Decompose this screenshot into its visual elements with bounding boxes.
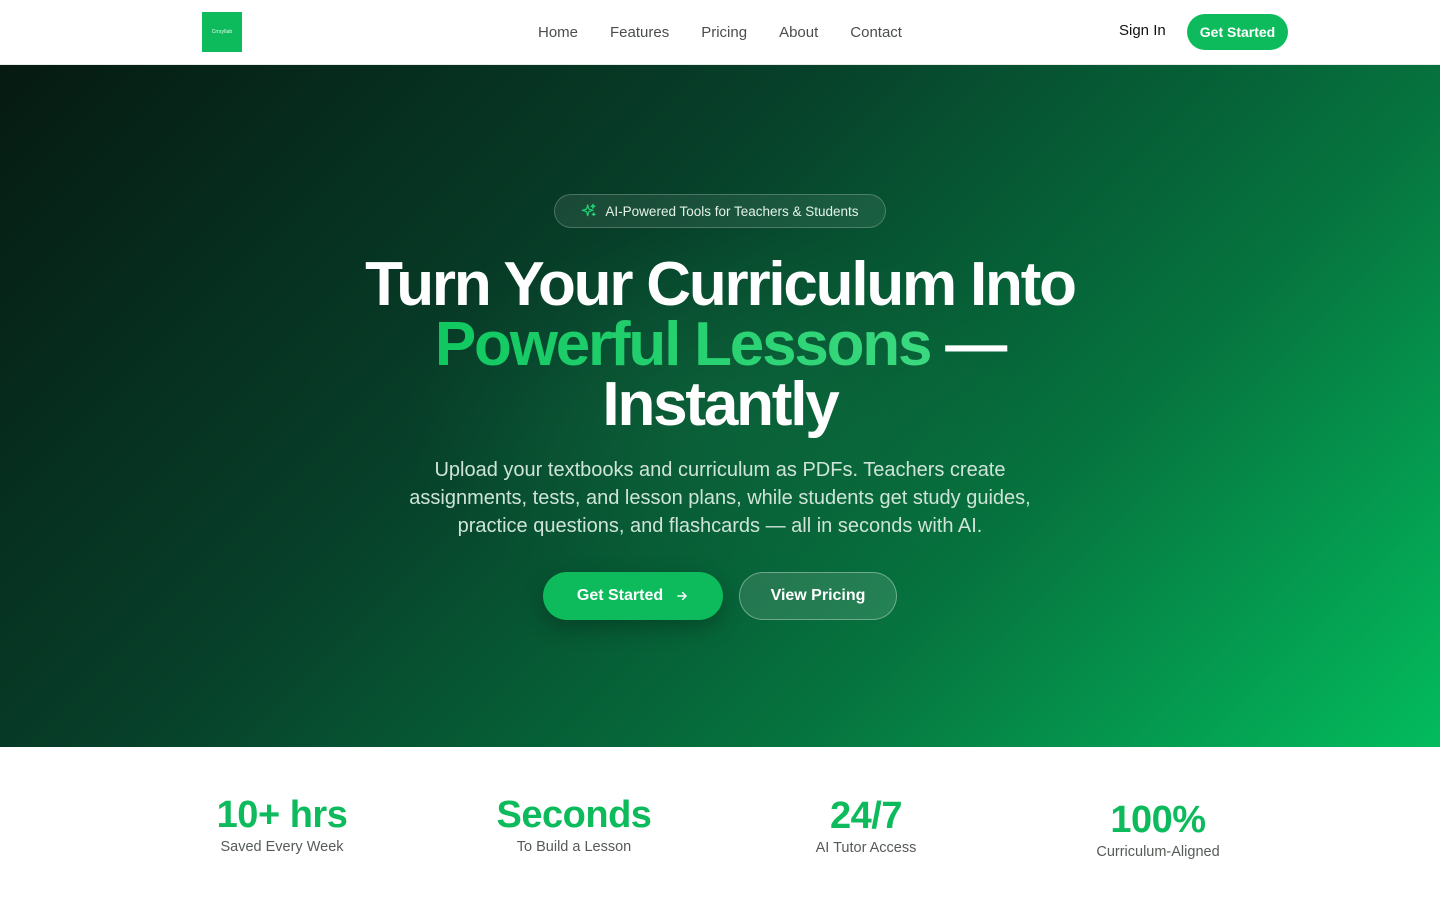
stat-label: Curriculum-Aligned [1096, 844, 1220, 860]
hero-get-started-button[interactable]: Get Started [543, 572, 723, 620]
ai-badge: AI-Powered Tools for Teachers & Students [554, 194, 886, 228]
stat-label: Saved Every Week [220, 839, 344, 855]
stat-value: Seconds [496, 794, 652, 836]
ai-badge-text: AI-Powered Tools for Teachers & Students [605, 203, 859, 219]
hero-section: AI-Powered Tools for Teachers & Students… [0, 65, 1440, 747]
nav-link-features[interactable]: Features [610, 24, 669, 41]
headline-line-3: Instantly [602, 370, 839, 439]
stat-tutor-access: 24/7 AI Tutor Access [746, 794, 986, 856]
nav-links: Home Features Pricing About Contact [538, 0, 902, 64]
hero-headline: Turn Your Curriculum Into Powerful Lesso… [220, 254, 1220, 436]
stat-value: 10+ hrs [216, 794, 348, 836]
stat-label: AI Tutor Access [815, 840, 917, 856]
arrow-right-icon [677, 591, 687, 601]
view-pricing-button[interactable]: View Pricing [739, 572, 897, 620]
nav-link-about[interactable]: About [779, 24, 818, 41]
headline-accent: Powerful Lessons [434, 310, 933, 379]
brand-logo[interactable]: Crrsyllab [202, 12, 242, 52]
top-nav: Crrsyllab Home Features Pricing About Co… [0, 0, 1440, 65]
nav-link-home[interactable]: Home [538, 24, 578, 41]
brand-logo-text: Crrsyllab [211, 29, 233, 35]
hero-subtext: Upload your textbooks and curriculum as … [409, 459, 1031, 537]
stat-curriculum-aligned: 100% Curriculum-Aligned [1038, 798, 1278, 860]
hero-get-started-label: Get Started [576, 587, 664, 604]
sparkles-icon [582, 203, 597, 217]
stat-label: To Build a Lesson [516, 839, 632, 855]
stat-value: 24/7 [830, 795, 902, 837]
stats-section: 10+ hrs Saved Every Week Seconds To Buil… [0, 747, 1440, 900]
stat-hours-saved: 10+ hrs Saved Every Week [162, 793, 402, 855]
nav-link-contact[interactable]: Contact [850, 24, 902, 41]
stat-build-speed: Seconds To Build a Lesson [454, 793, 694, 855]
headline-line-1: Turn Your Curriculum Into [365, 250, 1077, 319]
nav-link-pricing[interactable]: Pricing [701, 24, 747, 41]
headline-dash: — [930, 310, 1007, 379]
nav-get-started-button[interactable]: Get Started [1187, 14, 1288, 50]
stat-value: 100% [1110, 799, 1206, 841]
sign-in-link[interactable]: Sign In [1119, 22, 1166, 39]
